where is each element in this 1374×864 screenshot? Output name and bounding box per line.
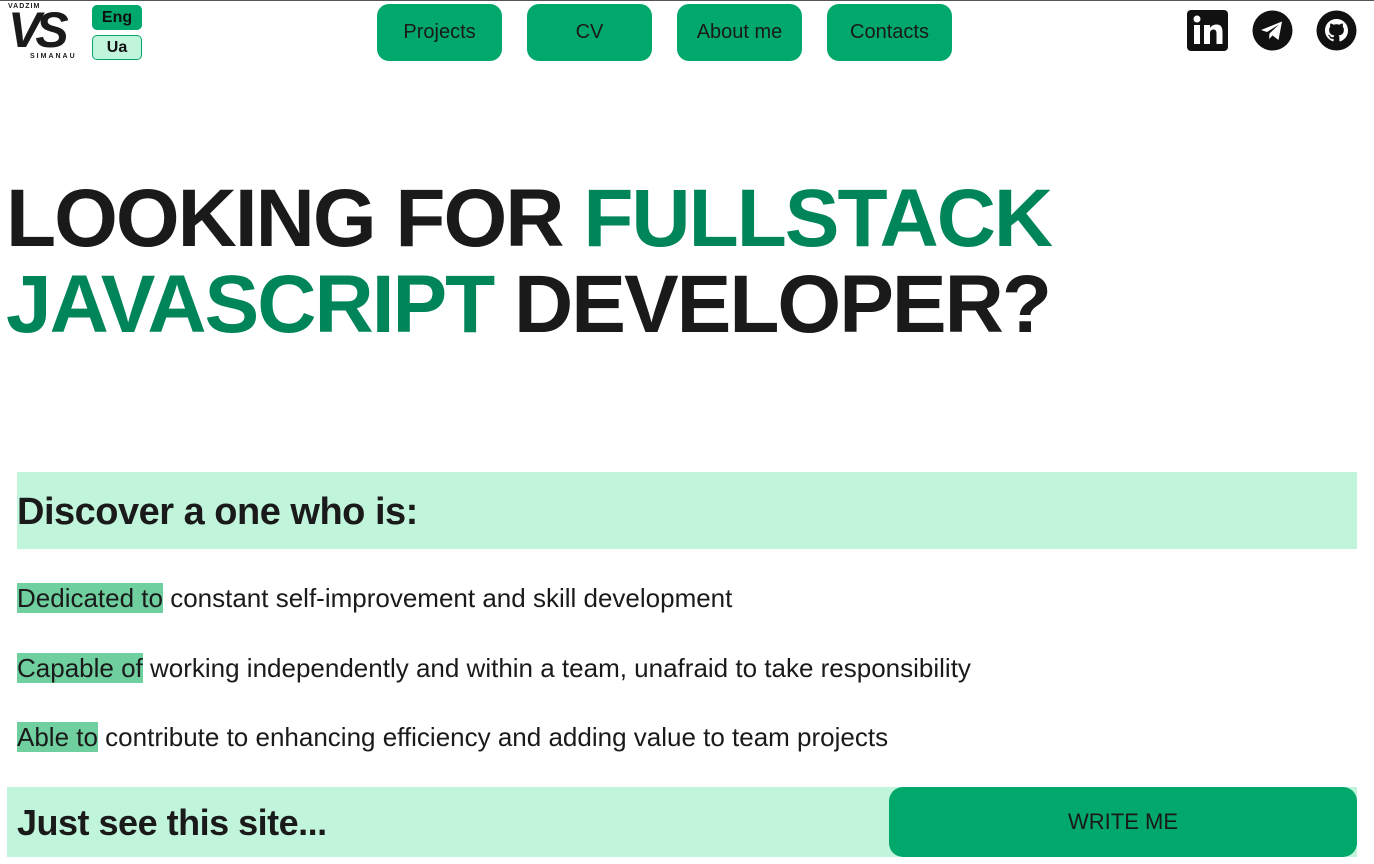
trait-text: contribute to enhancing efficiency and a…	[97, 722, 889, 752]
linkedin-icon[interactable]	[1187, 10, 1228, 51]
logo[interactable]: VADZIM VS SIMANAU	[8, 3, 82, 63]
language-eng-button[interactable]: Eng	[92, 5, 142, 30]
hero-accent-javascript: JAVASCRIPT	[6, 259, 495, 350]
footer-tagline: Just see this site...	[17, 802, 327, 843]
hero-text-part2: DEVELOPER?	[493, 259, 1052, 350]
trait-highlight: Able to	[17, 722, 98, 752]
telegram-icon[interactable]	[1252, 10, 1293, 51]
trait-highlight: Dedicated to	[17, 583, 163, 613]
nav-projects-button[interactable]: Projects	[377, 4, 502, 61]
discover-title: Discover a one who is:	[17, 491, 418, 533]
logo-mark: VS	[8, 2, 69, 58]
hero-heading: LOOKING FOR FULLSTACK JAVASCRIPT DEVELOPE…	[6, 176, 1106, 348]
logo-last-name: SIMANAU	[30, 53, 77, 60]
discover-band: Discover a one who is:	[17, 472, 1357, 549]
site-header: VADZIM VS SIMANAU Eng Ua Projects CV Abo…	[0, 0, 1374, 70]
nav-cv-button[interactable]: CV	[527, 4, 652, 61]
trait-item: Dedicated to constant self-improvement a…	[17, 581, 732, 615]
trait-item: Capable of working independently and wit…	[17, 651, 971, 685]
nav-contacts-button[interactable]: Contacts	[827, 4, 952, 61]
language-ua-button[interactable]: Ua	[92, 35, 142, 60]
write-me-button[interactable]: WRITE ME	[889, 787, 1357, 857]
nav-about-button[interactable]: About me	[677, 4, 802, 61]
github-icon[interactable]	[1316, 10, 1357, 51]
trait-text: constant self-improvement and skill deve…	[162, 583, 733, 613]
trait-highlight: Capable of	[17, 653, 143, 683]
trait-text: working independently and within a team,…	[142, 653, 971, 683]
hero-accent-fullstack: FULLSTACK	[583, 173, 1053, 264]
hero-text-part1: LOOKING FOR	[6, 173, 584, 264]
trait-item: Able to contribute to enhancing efficien…	[17, 720, 888, 754]
